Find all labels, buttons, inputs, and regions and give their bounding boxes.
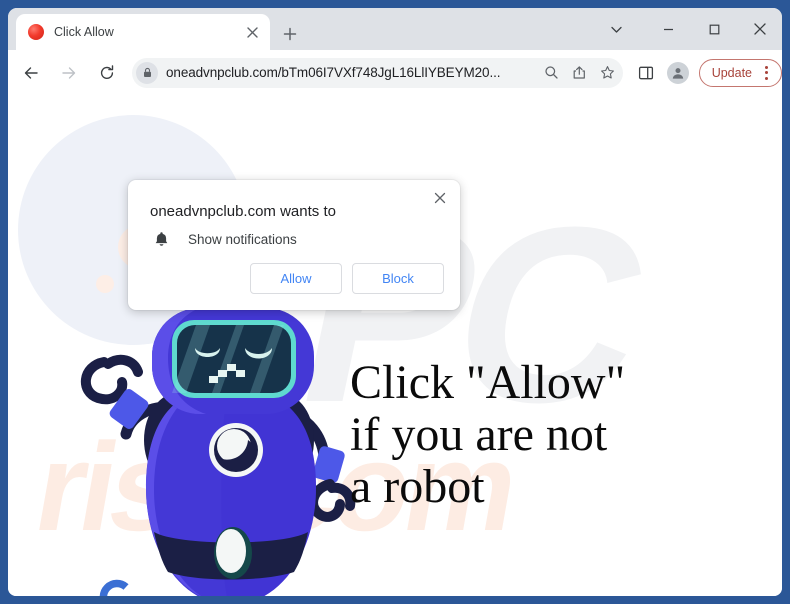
tab-favicon-icon <box>28 24 44 40</box>
side-panel-icon[interactable] <box>631 58 661 88</box>
share-icon[interactable] <box>567 60 593 86</box>
browser-tab[interactable]: Click Allow <box>16 14 270 50</box>
back-button[interactable] <box>16 58 46 88</box>
update-button[interactable]: Update <box>698 58 782 87</box>
minimize-icon[interactable] <box>648 14 688 44</box>
reload-button[interactable] <box>92 58 122 88</box>
tab-close-icon[interactable] <box>240 20 264 44</box>
page-content: PC risa.com <box>8 95 782 596</box>
window-close-icon[interactable] <box>740 14 780 44</box>
chevron-down-icon[interactable] <box>596 14 636 44</box>
lock-icon[interactable] <box>136 61 158 84</box>
dialog-title: oneadvnpclub.com wants to <box>150 203 336 220</box>
search-icon[interactable] <box>539 60 565 86</box>
dialog-actions: Allow Block <box>250 263 444 294</box>
allow-button[interactable]: Allow <box>250 263 342 294</box>
update-label: Update <box>711 65 752 80</box>
tab-title: Click Allow <box>54 25 114 39</box>
page-headline: Click "Allow" if you are not a robot <box>350 357 625 513</box>
bell-icon <box>150 228 172 250</box>
maximize-icon[interactable] <box>694 14 734 44</box>
notification-permission-dialog: oneadvnpclub.com wants to Show notificat… <box>128 180 460 310</box>
headline-line: a robot <box>350 460 485 513</box>
block-button[interactable]: Block <box>352 263 444 294</box>
browser-window: Click Allow oneadvnpclub.com/bTm06I7VXf7… <box>8 8 782 596</box>
address-bar[interactable]: oneadvnpclub.com/bTm06I7VXf748JgL16LlIYB… <box>132 57 623 88</box>
dialog-close-icon[interactable] <box>428 186 452 210</box>
url-text[interactable]: oneadvnpclub.com/bTm06I7VXf748JgL16LlIYB… <box>166 65 539 80</box>
three-dots-vertical-icon[interactable] <box>759 65 773 80</box>
decorative-dot <box>96 275 114 293</box>
headline-line: Click "Allow" <box>350 356 626 409</box>
c-ring-logo-icon <box>99 579 129 596</box>
profile-button[interactable] <box>663 58 693 88</box>
browser-toolbar: oneadvnpclub.com/bTm06I7VXf748JgL16LlIYB… <box>8 50 782 95</box>
star-icon[interactable] <box>595 60 621 86</box>
avatar <box>666 61 689 84</box>
e-captcha-logo: E-CAPTCHA <box>88 577 144 596</box>
permission-label: Show notifications <box>188 231 297 247</box>
window-frame: Click Allow oneadvnpclub.com/bTm06I7VXf7… <box>0 0 790 604</box>
forward-button[interactable] <box>54 58 84 88</box>
permission-row: Show notifications <box>150 228 297 250</box>
sad-robot-illustration <box>80 308 356 596</box>
headline-line: if you are not <box>350 408 608 461</box>
new-tab-button[interactable] <box>276 20 304 48</box>
tab-strip: Click Allow <box>8 8 782 50</box>
